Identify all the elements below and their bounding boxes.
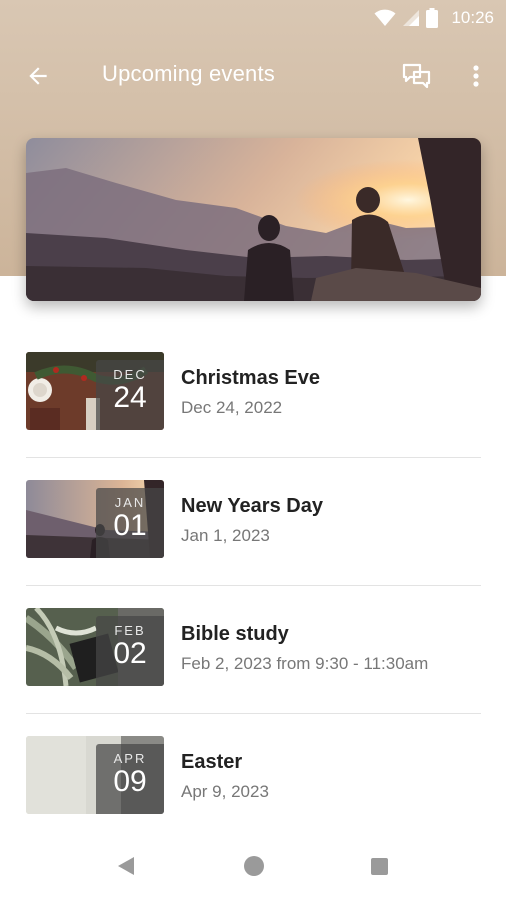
- chat-button[interactable]: [400, 60, 434, 92]
- nav-back-icon[interactable]: [117, 856, 135, 876]
- hero-image[interactable]: [26, 138, 481, 301]
- date-badge: APR 09: [96, 744, 164, 814]
- event-thumbnail: JAN 01: [26, 480, 164, 558]
- badge-month: DEC: [113, 367, 147, 382]
- status-time: 10:26: [451, 8, 494, 27]
- event-date: Feb 2, 2023 from 9:30 - 11:30am: [181, 654, 429, 673]
- list-item[interactable]: JAN 01 New Years Day Jan 1, 2023: [0, 458, 506, 586]
- sunset-image: [26, 138, 481, 301]
- back-arrow-icon: [29, 67, 47, 85]
- event-thumbnail: APR 09: [26, 736, 164, 814]
- event-date: Apr 9, 2023: [181, 782, 269, 801]
- chat-icon: [402, 63, 431, 89]
- more-options-button[interactable]: [464, 60, 488, 92]
- nav-home-icon[interactable]: [244, 856, 264, 876]
- event-date: Dec 24, 2022: [181, 398, 283, 417]
- event-thumbnail: FEB 02: [26, 608, 164, 686]
- battery-icon: [426, 8, 438, 28]
- signal-icon: [403, 10, 419, 26]
- event-thumbnail: DEC 24: [26, 352, 164, 430]
- badge-day: 24: [113, 381, 147, 414]
- wifi-icon: [374, 9, 396, 26]
- event-title: Christmas Eve: [181, 367, 320, 389]
- list-item[interactable]: FEB 02 Bible study Feb 2, 2023 from 9:30…: [0, 586, 506, 714]
- list-item[interactable]: DEC 24 Christmas Eve Dec 24, 2022: [0, 330, 506, 458]
- date-badge: FEB 02: [96, 616, 164, 686]
- event-title: Bible study: [181, 623, 289, 645]
- nav-recents-icon[interactable]: [371, 858, 388, 875]
- event-title: Easter: [181, 751, 243, 773]
- list-item[interactable]: APR 09 Easter Apr 9, 2023: [0, 714, 506, 842]
- badge-day: 01: [113, 509, 147, 542]
- event-title: New Years Day: [181, 495, 323, 517]
- app-bar: Upcoming events: [0, 48, 506, 104]
- badge-month: FEB: [114, 623, 146, 638]
- date-badge: JAN 01: [96, 488, 164, 558]
- event-date: Jan 1, 2023: [181, 526, 270, 545]
- badge-day: 02: [113, 637, 147, 670]
- system-nav-bar: [0, 832, 506, 900]
- status-bar: 10:26: [0, 0, 506, 36]
- badge-month: APR: [113, 751, 147, 766]
- date-badge: DEC 24: [96, 360, 164, 430]
- more-vert-icon: [473, 65, 479, 87]
- status-icons: [374, 8, 438, 28]
- badge-day: 09: [113, 765, 147, 798]
- page-title: Upcoming events: [102, 61, 275, 86]
- badge-month: JAN: [114, 495, 146, 510]
- back-button[interactable]: [22, 60, 54, 92]
